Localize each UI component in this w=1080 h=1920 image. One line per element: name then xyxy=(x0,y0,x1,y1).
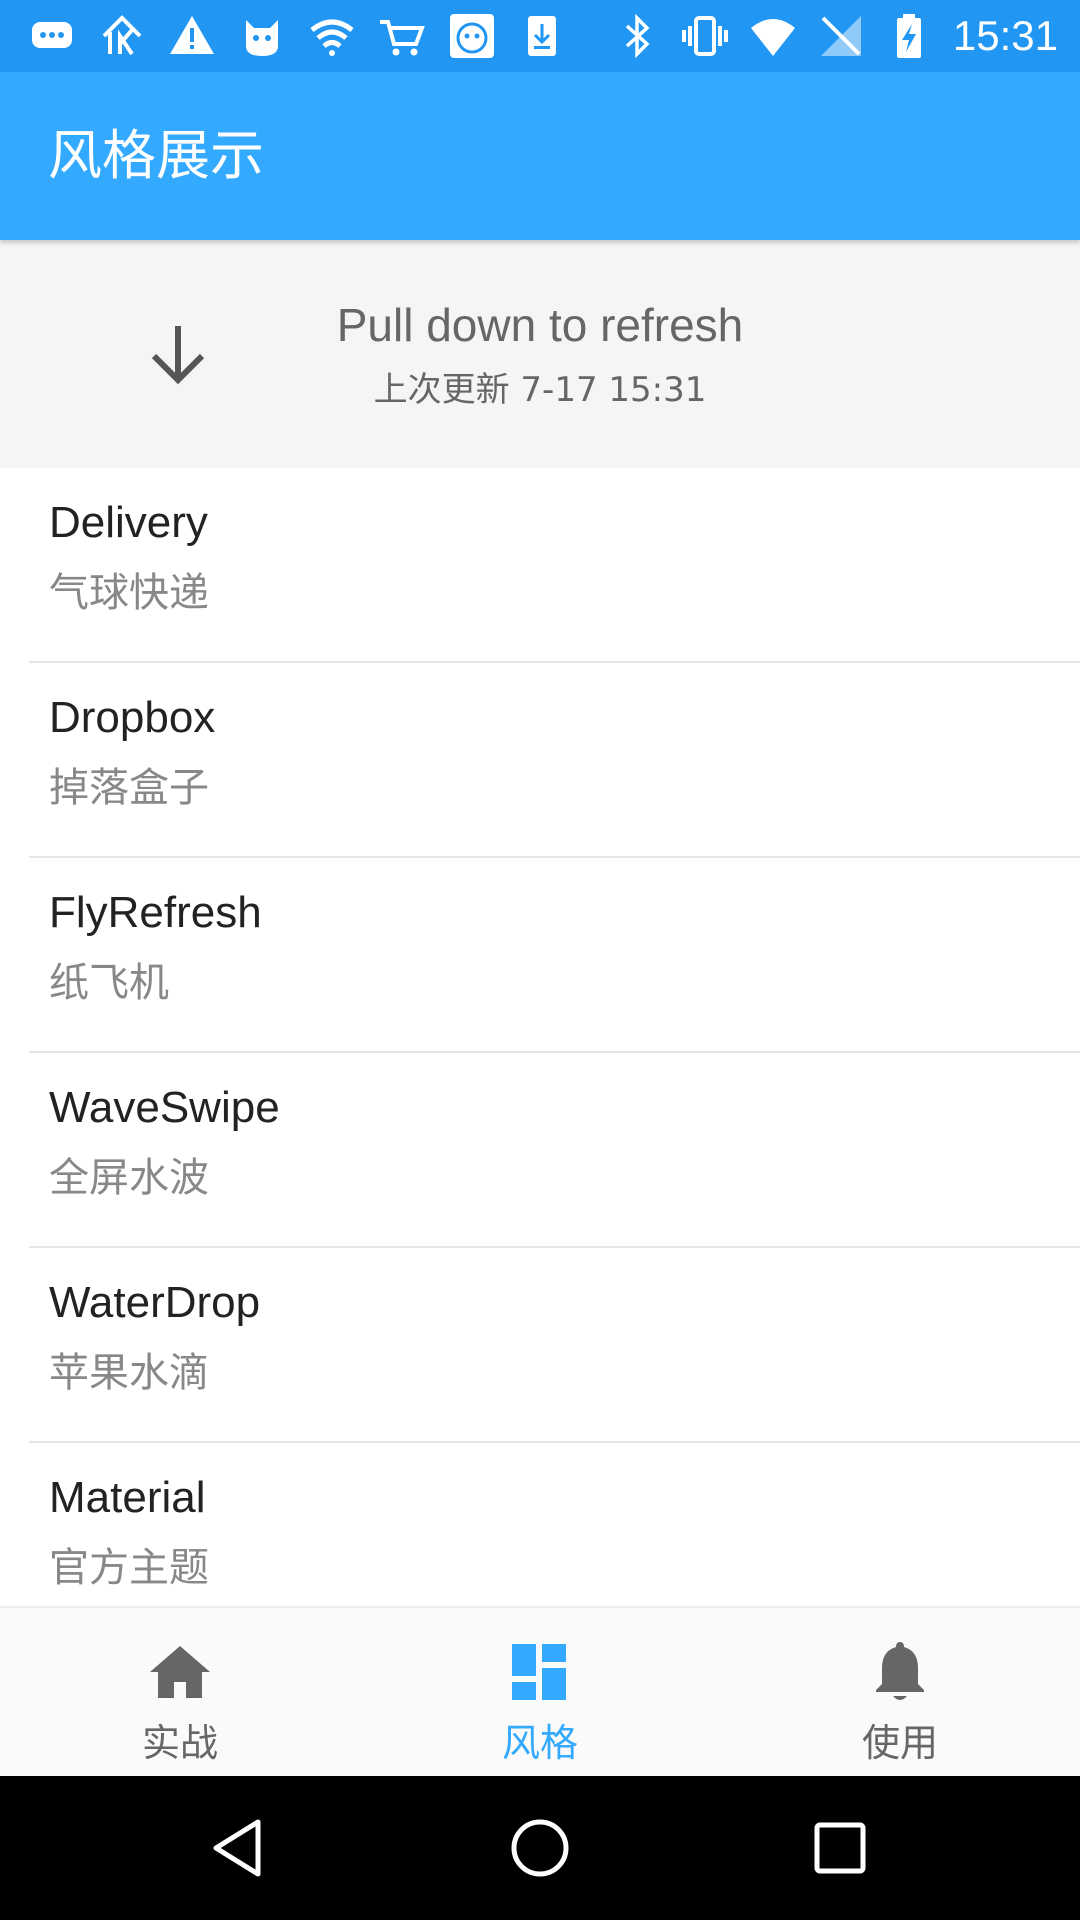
app-bar: 风格展示 xyxy=(0,72,1080,240)
dashboard-icon xyxy=(512,1644,566,1700)
download-icon xyxy=(528,16,556,56)
list-item-title: WaveSwipe xyxy=(49,1083,280,1132)
list-item-subtitle: 纸飞机 xyxy=(49,960,169,1006)
list-item-title: WaterDrop xyxy=(49,1278,261,1327)
list-item-subtitle: 气球快递 xyxy=(49,570,209,616)
status-time: 15:31 xyxy=(952,12,1058,59)
style-list[interactable]: Delivery 气球快递 Dropbox 掉落盒子 FlyRefresh 纸飞… xyxy=(0,468,1080,1606)
notification-icons xyxy=(28,12,566,60)
nav-label: 风格 xyxy=(501,1721,578,1765)
list-item-title: FlyRefresh xyxy=(49,888,262,937)
system-status-icons: 15:31 xyxy=(613,12,1058,60)
nav-item-practice[interactable]: 实战 xyxy=(0,1608,360,1778)
vibrate-icon xyxy=(681,16,728,56)
system-navigation-bar xyxy=(0,1776,1080,1920)
app-k-icon xyxy=(102,15,142,56)
list-item-subtitle: 官方主题 xyxy=(49,1545,209,1591)
warning-icon xyxy=(170,16,214,54)
list-item-subtitle: 掉落盒子 xyxy=(49,765,209,811)
home-icon xyxy=(150,1646,210,1698)
list-item-waveswipe[interactable]: WaveSwipe 全屏水波 xyxy=(29,1053,1080,1248)
recents-icon[interactable] xyxy=(808,1816,872,1880)
cat-icon xyxy=(246,20,278,56)
battery-charging-icon xyxy=(896,14,921,58)
wifi-app-icon xyxy=(310,19,354,56)
list-item-flyrefresh[interactable]: FlyRefresh 纸飞机 xyxy=(29,858,1080,1053)
refresh-header[interactable]: Pull down to refresh 上次更新 7-17 15:31 xyxy=(0,240,1080,468)
list-item-delivery[interactable]: Delivery 气球快递 xyxy=(29,468,1080,663)
list-item-title: Dropbox xyxy=(49,693,216,742)
nav-label: 使用 xyxy=(861,1721,938,1765)
nav-item-style[interactable]: 风格 xyxy=(360,1608,720,1778)
list-item-material[interactable]: Material 官方主题 xyxy=(29,1443,1080,1606)
cartoon-app-icon xyxy=(450,14,494,58)
last-updated-text: 上次更新 7-17 15:31 xyxy=(373,370,707,410)
home-circle-icon[interactable] xyxy=(508,1816,572,1880)
status-bar: 15:31 xyxy=(0,0,1080,72)
bottom-navigation: 实战 风格 使用 xyxy=(0,1606,1080,1778)
page-title: 风格展示 xyxy=(48,124,264,187)
bell-icon xyxy=(876,1642,924,1700)
list-item-subtitle: 苹果水滴 xyxy=(49,1350,209,1396)
wifi-icon xyxy=(750,19,795,56)
cart-icon xyxy=(380,20,425,56)
nav-label: 实战 xyxy=(141,1721,218,1765)
refresh-title: Pull down to refresh xyxy=(336,299,744,351)
list-item-waterdrop[interactable]: WaterDrop 苹果水滴 xyxy=(29,1248,1080,1443)
list-item-title: Material xyxy=(49,1473,206,1522)
screen: 15:31 风格展示 Pull down to refresh 上次更新 7-1… xyxy=(0,0,1080,1920)
bluetooth-icon xyxy=(625,13,650,59)
list-item-dropbox[interactable]: Dropbox 掉落盒子 xyxy=(29,663,1080,858)
back-icon[interactable] xyxy=(208,1816,272,1880)
list-item-title: Delivery xyxy=(49,498,208,547)
list-item-subtitle: 全屏水波 xyxy=(49,1155,209,1201)
message-icon xyxy=(32,22,72,48)
no-sim-icon xyxy=(820,16,861,56)
nav-item-usage[interactable]: 使用 xyxy=(720,1608,1080,1778)
